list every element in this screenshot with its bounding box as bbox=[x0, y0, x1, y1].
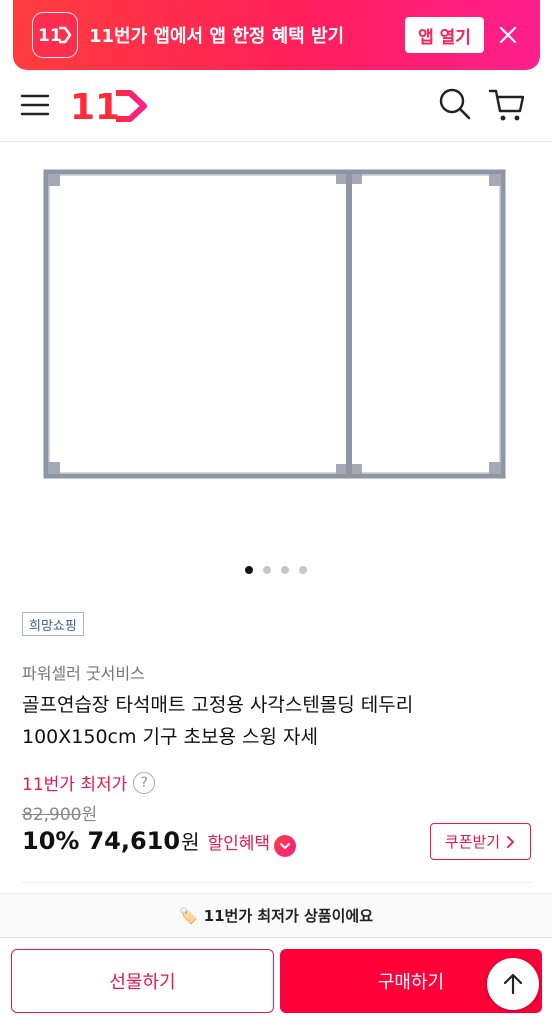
coupon-button[interactable]: 쿠폰받기 bbox=[430, 823, 531, 860]
banner-text: 11번가 앱에서 앱 한정 혜택 받기 bbox=[89, 26, 345, 47]
close-icon[interactable] bbox=[495, 22, 521, 48]
lowest-price-label: 11번가 최저가 ? bbox=[22, 770, 156, 795]
seller-name[interactable]: 파워셀러 굿서비스 bbox=[22, 660, 145, 684]
original-price: 82,900원 bbox=[22, 800, 97, 825]
product-image[interactable] bbox=[0, 143, 552, 558]
scroll-to-top-button[interactable] bbox=[487, 958, 539, 1010]
chevron-right-icon bbox=[507, 835, 515, 848]
lowest-price-strip-text: 11번가 최저가 상품이에요 bbox=[203, 907, 373, 925]
promo-tag[interactable]: 희망쇼핑 bbox=[22, 612, 84, 636]
discount-benefit-link[interactable]: 할인혜택 bbox=[207, 829, 297, 857]
carousel-dot[interactable] bbox=[245, 566, 253, 574]
arrow-up-icon bbox=[503, 973, 523, 995]
carousel-dot[interactable] bbox=[263, 566, 271, 574]
search-icon[interactable] bbox=[438, 87, 472, 121]
help-icon[interactable]: ? bbox=[133, 771, 156, 794]
divider bbox=[22, 882, 532, 883]
11st-logo[interactable]: 11 bbox=[70, 87, 150, 128]
discount-rate: 10% bbox=[22, 827, 80, 855]
coupon-button-label: 쿠폰받기 bbox=[444, 833, 501, 851]
lowest-price-text: 11번가 최저가 bbox=[22, 775, 128, 795]
sale-price-unit: 원 bbox=[181, 830, 200, 854]
carousel-dot[interactable] bbox=[281, 566, 289, 574]
lowest-price-strip: 🏷️ 11번가 최저가 상품이에요 bbox=[0, 893, 552, 937]
original-price-value: 82,900 bbox=[22, 805, 82, 825]
original-price-unit: 원 bbox=[81, 805, 98, 825]
cart-icon[interactable] bbox=[488, 87, 526, 123]
chevron-down-icon bbox=[274, 834, 297, 857]
product-title: 골프연습장 타석매트 고정용 사각스텐몰딩 테두리 100X150cm 기구 초… bbox=[22, 694, 414, 748]
logo-text: 11 bbox=[70, 87, 120, 125]
gift-button[interactable]: 선물하기 bbox=[11, 949, 274, 1013]
discount-benefit-label: 할인혜택 bbox=[207, 834, 271, 854]
app-logo-icon: 11 bbox=[32, 12, 78, 58]
open-app-button[interactable]: 앱 열기 bbox=[405, 17, 484, 53]
hamburger-menu-icon[interactable] bbox=[20, 90, 50, 120]
header: 11 bbox=[0, 70, 552, 142]
bottom-action-bar: 선물하기 구매하기 bbox=[0, 937, 552, 1024]
sale-price: 74,610 bbox=[87, 827, 181, 855]
app-logo-text: 11 bbox=[38, 26, 62, 45]
price-tag-icon: 🏷️ bbox=[178, 906, 198, 925]
carousel-dots bbox=[0, 566, 552, 576]
app-install-banner[interactable]: 11 11번가 앱에서 앱 한정 혜택 받기 앱 열기 bbox=[13, 0, 540, 70]
price-row: 10% 74,610 원 할인혜택 bbox=[22, 826, 297, 857]
carousel-dot[interactable] bbox=[299, 566, 307, 574]
